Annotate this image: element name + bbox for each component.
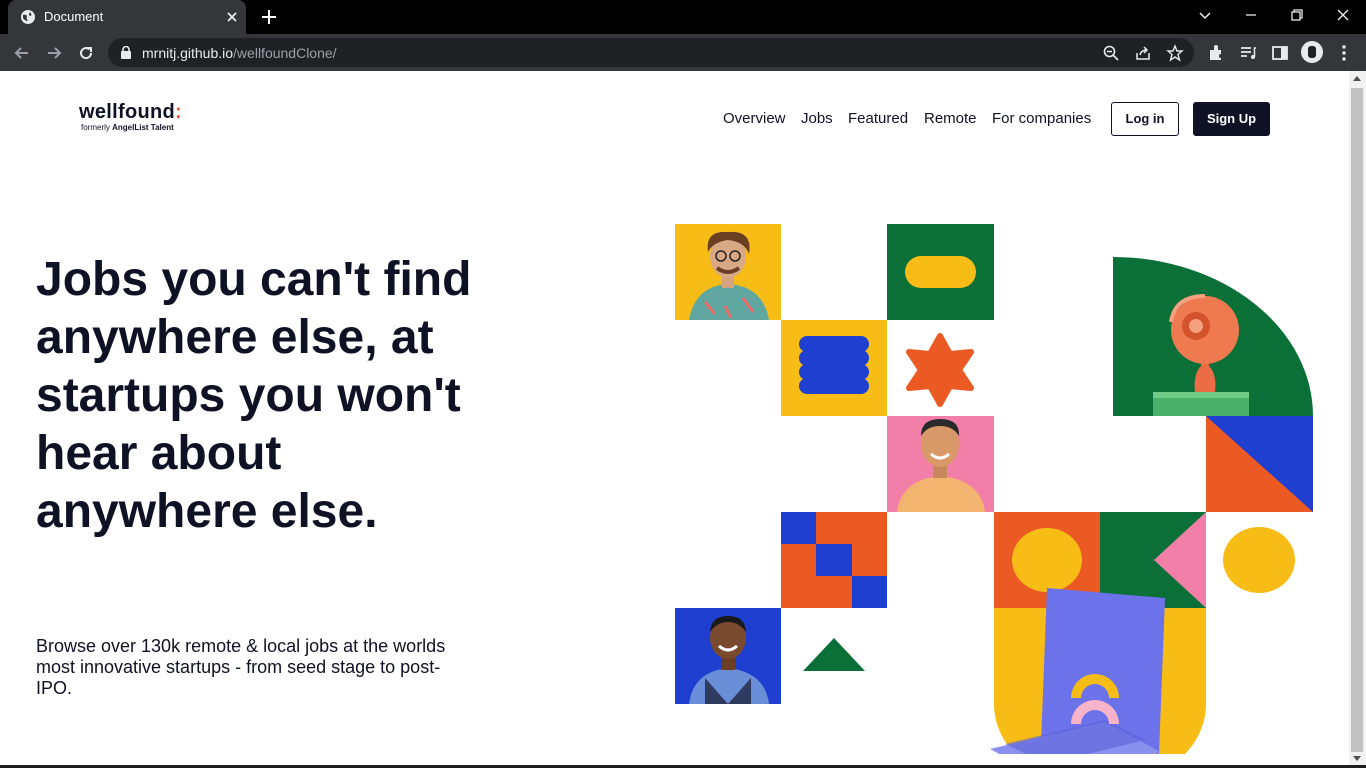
- logo-tagline: formerly AngelList Talent: [81, 123, 182, 132]
- logo-accent: :: [175, 101, 182, 123]
- page-scrollbar[interactable]: [1349, 71, 1366, 768]
- green-tile-pill: [887, 224, 994, 320]
- person-portrait-1: [675, 224, 781, 320]
- wellfound-logo[interactable]: wellfound: formerly AngelList Talent: [79, 101, 182, 132]
- back-arrow-icon[interactable]: [12, 43, 32, 63]
- zoom-icon[interactable]: [1102, 44, 1120, 62]
- browser-tab[interactable]: Document: [8, 0, 246, 34]
- media-control-icon[interactable]: [1238, 43, 1258, 63]
- close-window-icon[interactable]: [1334, 6, 1352, 24]
- green-triangle-shape: [803, 638, 865, 671]
- lock-icon[interactable]: [120, 46, 132, 59]
- hero-subtext: Browse over 130k remote & local jobs at …: [36, 636, 446, 698]
- logo-name: wellfound: [79, 101, 176, 123]
- close-tab-icon[interactable]: [224, 9, 240, 25]
- tab-title: Document: [44, 9, 104, 24]
- new-tab-icon[interactable]: [260, 8, 278, 26]
- yellow-tile-stack: [781, 320, 887, 416]
- laptop-tile: [990, 588, 1206, 754]
- hero-illustration: [675, 224, 1313, 754]
- share-icon[interactable]: [1134, 44, 1152, 62]
- url-path: /wellfoundClone/: [233, 45, 337, 61]
- logo-tagline-prefix: formerly: [81, 123, 113, 132]
- restore-icon[interactable]: [1288, 6, 1306, 24]
- orange-star-shape: [906, 333, 974, 407]
- globe-icon: [21, 10, 35, 24]
- person-portrait-2: [887, 416, 994, 512]
- scroll-down-arrow-icon[interactable]: [1353, 756, 1361, 761]
- logo-tagline-brand: AngelList Talent: [112, 123, 174, 132]
- minimize-icon[interactable]: [1242, 6, 1260, 24]
- menu-kebab-icon[interactable]: [1334, 43, 1354, 63]
- hero-headline: Jobs you can't find anywhere else, at st…: [36, 253, 472, 538]
- nav-remote[interactable]: Remote: [924, 110, 977, 127]
- scroll-thumb[interactable]: [1351, 88, 1363, 752]
- forward-arrow-icon[interactable]: [44, 43, 64, 63]
- nav-featured[interactable]: Featured: [848, 110, 908, 127]
- webcam-tile: [1113, 257, 1313, 416]
- triangle-tile: [1206, 416, 1313, 512]
- browser-toolbar: mrnitj.github.io/wellfoundClone/: [0, 34, 1366, 71]
- login-button[interactable]: Log in: [1111, 102, 1179, 136]
- page-viewport: wellfound: formerly AngelList Talent Ove…: [0, 71, 1349, 768]
- extensions-icon[interactable]: [1206, 43, 1226, 63]
- address-bar[interactable]: mrnitj.github.io/wellfoundClone/: [108, 38, 1194, 67]
- yellow-circle-shape: [1223, 527, 1295, 593]
- scroll-up-arrow-icon[interactable]: [1353, 76, 1361, 81]
- profile-avatar[interactable]: [1301, 41, 1323, 63]
- url-text[interactable]: mrnitj.github.io/wellfoundClone/: [142, 45, 337, 61]
- browser-tab-strip: Document: [0, 0, 1366, 34]
- checkerboard-tile: [781, 512, 887, 608]
- bookmark-star-icon[interactable]: [1166, 44, 1184, 62]
- side-panel-icon[interactable]: [1270, 43, 1290, 63]
- nav-for-companies[interactable]: For companies: [992, 110, 1091, 127]
- nav-overview[interactable]: Overview: [723, 110, 786, 127]
- reload-icon[interactable]: [76, 43, 96, 63]
- signup-button[interactable]: Sign Up: [1193, 102, 1270, 136]
- url-host: mrnitj.github.io: [142, 45, 234, 61]
- logo-wordmark: wellfound:: [79, 101, 182, 124]
- tab-search-icon[interactable]: [1196, 6, 1214, 24]
- nav-jobs[interactable]: Jobs: [801, 110, 833, 127]
- green-triangle-tile: [1100, 512, 1206, 608]
- person-portrait-3: [675, 608, 781, 704]
